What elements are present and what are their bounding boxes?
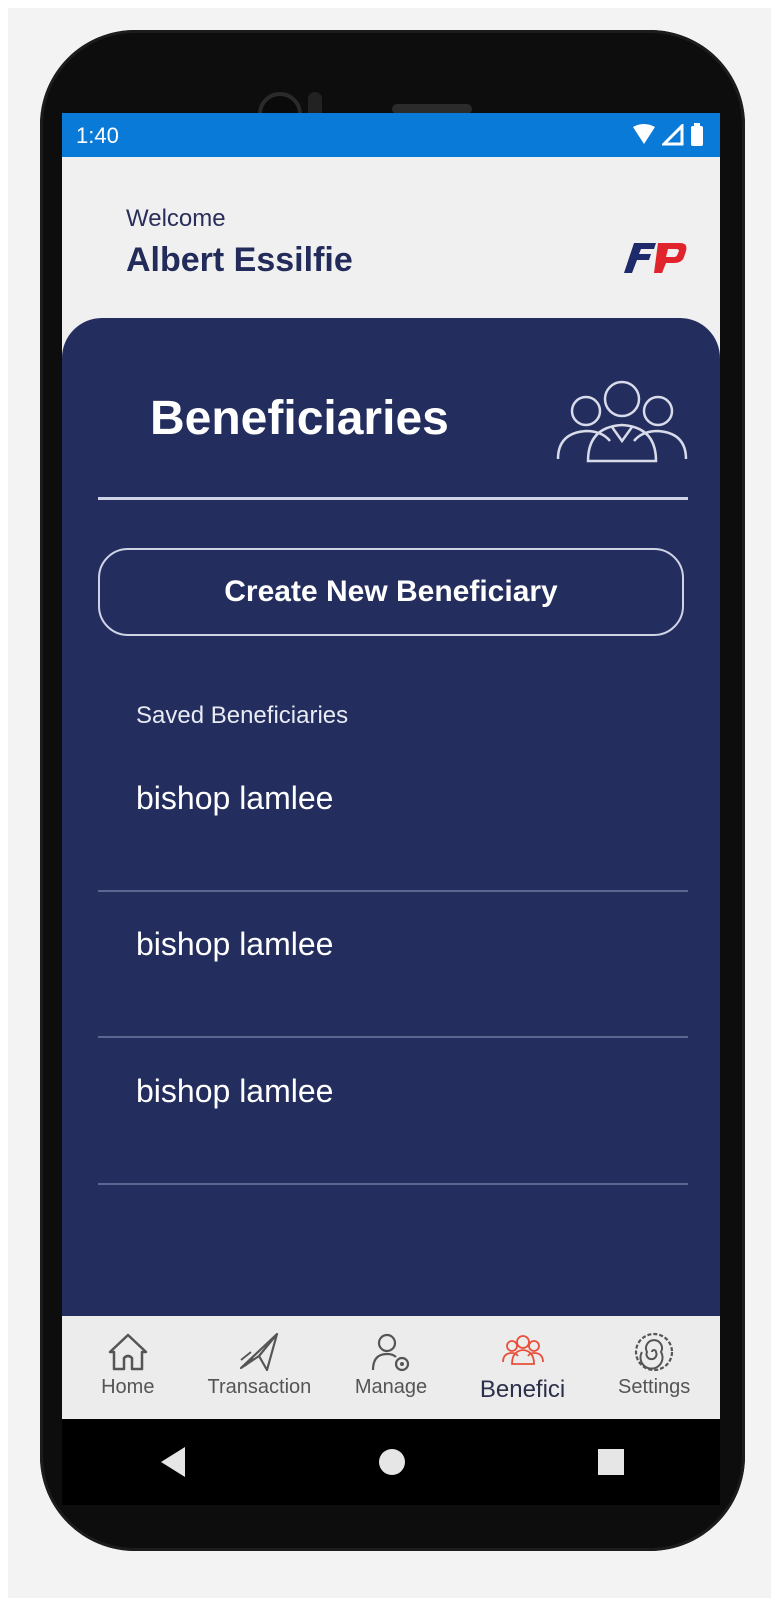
signal-icon <box>662 124 684 146</box>
nav-label-beneficiaries: Benefici <box>479 1376 566 1403</box>
bottom-navigation: Home Transaction Manage Benefici Setting… <box>62 1316 720 1419</box>
nav-item-manage[interactable]: Manage <box>325 1316 457 1419</box>
beneficiary-list-item[interactable]: bishop lamlee <box>98 1039 688 1185</box>
nav-item-home[interactable]: Home <box>62 1316 194 1419</box>
beneficiary-list-item[interactable]: bishop lamlee <box>98 746 688 892</box>
nav-item-transaction[interactable]: Transaction <box>194 1316 326 1419</box>
status-bar: 1:40 <box>62 113 720 157</box>
spiral-icon <box>635 1332 674 1372</box>
title-divider <box>98 497 688 500</box>
system-navigation-bar <box>62 1419 720 1505</box>
back-icon[interactable] <box>157 1445 187 1479</box>
beneficiary-name: bishop lamlee <box>136 1073 334 1109</box>
fp-logo <box>624 243 687 273</box>
welcome-text: Welcome <box>126 205 226 232</box>
saved-beneficiaries-label: Saved Beneficiaries <box>136 702 349 729</box>
nav-item-settings[interactable]: Settings <box>588 1316 720 1419</box>
nav-label-settings: Settings <box>618 1376 691 1398</box>
user-settings-icon <box>371 1333 410 1372</box>
wifi-icon <box>633 124 655 144</box>
nav-label-transaction: Transaction <box>207 1376 312 1398</box>
nav-label-manage: Manage <box>354 1376 428 1398</box>
status-icons <box>632 121 704 149</box>
beneficiary-list-item[interactable]: bishop lamlee <box>98 892 688 1038</box>
create-beneficiary-button[interactable]: Create New Beneficiary <box>98 548 684 636</box>
home-icon <box>108 1333 148 1371</box>
status-time: 1:40 <box>76 123 119 148</box>
group-icon <box>556 380 688 463</box>
paper-plane-icon <box>240 1332 279 1372</box>
nav-label-home: Home <box>101 1376 155 1398</box>
page-title: Beneficiaries <box>150 392 449 445</box>
beneficiary-name: bishop lamlee <box>136 780 334 816</box>
app-screen: 1:40 Welcome Albert Essilfie Beneficiari… <box>62 113 720 1419</box>
recents-icon[interactable] <box>597 1448 625 1476</box>
list-divider <box>98 1036 688 1038</box>
nav-item-beneficiaries[interactable]: Benefici <box>457 1316 589 1419</box>
home-circle-icon[interactable] <box>377 1447 407 1477</box>
user-name: Albert Essilfie <box>126 241 353 279</box>
list-divider <box>98 1183 688 1185</box>
beneficiary-name: bishop lamlee <box>136 926 334 962</box>
group-icon <box>501 1335 544 1365</box>
battery-icon <box>691 123 703 146</box>
